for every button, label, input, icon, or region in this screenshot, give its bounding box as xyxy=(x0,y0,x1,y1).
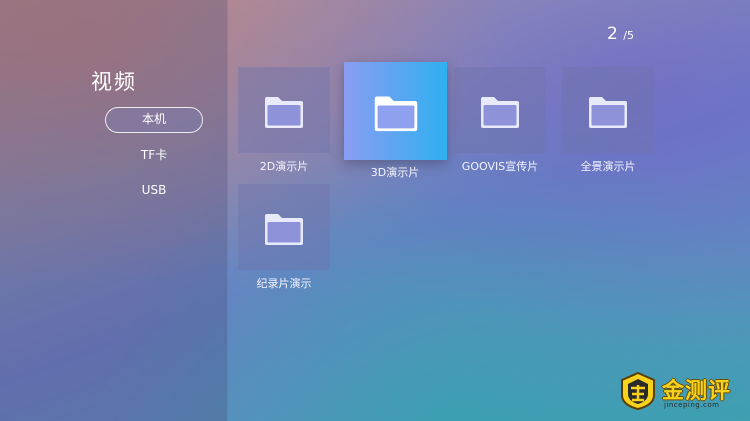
folder-tile-3d[interactable] xyxy=(344,62,447,160)
watermark-url: jinceping.com xyxy=(664,401,720,409)
folder-tile-goovis[interactable] xyxy=(454,67,546,153)
folder-icon xyxy=(587,95,629,129)
folder-icon xyxy=(372,94,420,132)
watermark: 金测评 jinceping.com xyxy=(618,369,742,415)
folder-label: 全景演示片 xyxy=(580,160,636,173)
page-total: /5 xyxy=(623,29,634,42)
folder-icon xyxy=(263,212,305,246)
sidebar-item-local[interactable]: 本机 xyxy=(105,106,203,133)
folder-label: 纪录片演示 xyxy=(256,277,312,290)
page-indicator: 2 /5 xyxy=(607,24,634,44)
folder-tile-documentary[interactable] xyxy=(238,184,330,270)
folder-label: 3D演示片 xyxy=(370,166,420,179)
folder-tile-2d[interactable] xyxy=(238,67,330,153)
sidebar-item-tf-card[interactable]: TF卡 xyxy=(105,142,203,168)
sidebar-item-label: TF卡 xyxy=(140,148,168,162)
sidebar-item-label: USB xyxy=(141,183,167,197)
gold-badge-icon xyxy=(618,371,658,411)
sidebar: 视频 本机 TF卡 USB xyxy=(0,0,228,421)
sidebar-item-usb[interactable]: USB xyxy=(105,177,203,203)
folder-icon xyxy=(263,95,305,129)
folder-icon xyxy=(479,95,521,129)
page-current: 2 xyxy=(607,24,618,44)
sidebar-title: 视频 xyxy=(91,70,137,94)
sidebar-item-label: 本机 xyxy=(105,107,203,133)
folder-label: GOOVIS宣传片 xyxy=(461,160,539,173)
folder-tile-panorama[interactable] xyxy=(562,67,654,153)
folder-label: 2D演示片 xyxy=(259,160,309,173)
